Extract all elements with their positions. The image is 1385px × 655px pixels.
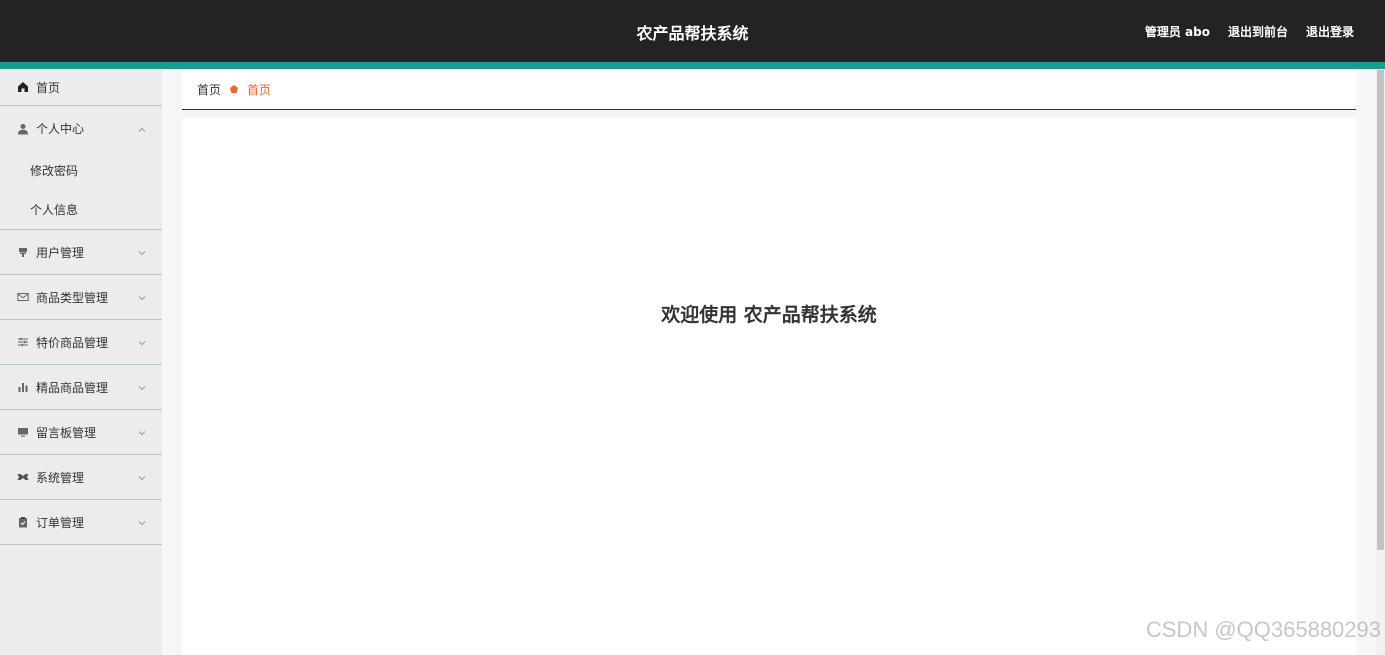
sidebar-item-home[interactable]: 首页 (0, 69, 162, 106)
chevron-down-icon (137, 247, 147, 257)
chevron-down-icon (137, 517, 147, 527)
sidebar-item-product-type-management[interactable]: 商品类型管理 (0, 275, 162, 320)
sidebar-item-label: 用户管理 (36, 245, 85, 260)
exit-to-frontend-link[interactable]: 退出到前台 (1228, 23, 1288, 40)
chevron-down-icon (137, 427, 147, 437)
chevron-down-icon (137, 337, 147, 347)
chevron-up-icon (137, 124, 147, 134)
breadcrumb: 首页 首页 (182, 69, 1356, 110)
main-content: 欢迎使用 农产品帮扶系统 (182, 118, 1356, 655)
sidebar-item-label: 精品商品管理 (36, 380, 109, 395)
mail-icon (17, 291, 29, 303)
sidebar-item-label: 首页 (36, 80, 61, 95)
logout-link[interactable]: 退出登录 (1306, 23, 1354, 40)
sidebar-item-label: 商品类型管理 (36, 290, 109, 305)
user-mgmt-icon (17, 246, 29, 258)
sidebar-item-order-management[interactable]: 订单管理 (0, 500, 162, 545)
sidebar-item-label: 特价商品管理 (36, 335, 109, 350)
sidebar-item-label: 个人中心 (36, 122, 85, 136)
sidebar-subitem-personal-info[interactable]: 个人信息 (0, 190, 162, 229)
chevron-down-icon (137, 292, 147, 302)
sidebar-item-personal-center[interactable]: 个人中心 (0, 106, 162, 151)
sidebar-item-premium-product-management[interactable]: 精品商品管理 (0, 365, 162, 410)
home-icon (17, 81, 29, 93)
sidebar-item-label: 留言板管理 (36, 425, 97, 440)
sidebar-subitem-change-password[interactable]: 修改密码 (0, 151, 162, 190)
system-icon (17, 471, 29, 483)
chevron-down-icon (137, 382, 147, 392)
monitor-icon (17, 426, 29, 438)
sidebar-item-special-product-management[interactable]: 特价商品管理 (0, 320, 162, 365)
sidebar-item-message-board-management[interactable]: 留言板管理 (0, 410, 162, 455)
header-accent-bar (0, 62, 1385, 69)
header-actions: 管理员 abo 退出到前台 退出登录 (1145, 23, 1354, 40)
person-icon (17, 123, 29, 135)
admin-user-label[interactable]: 管理员 abo (1145, 23, 1210, 40)
sliders-icon (17, 336, 29, 348)
bar-chart-icon (17, 381, 29, 393)
scrollbar-thumb[interactable] (1377, 70, 1384, 550)
sidebar-item-label: 系统管理 (36, 470, 85, 485)
sidebar-item-label: 订单管理 (36, 515, 85, 530)
sidebar: 首页 个人中心 修改密码 个人信息 用户管理 商品类型管理 特价商品管理 精品商… (0, 69, 162, 655)
sidebar-item-user-management[interactable]: 用户管理 (0, 230, 162, 275)
sidebar-item-system-management[interactable]: 系统管理 (0, 455, 162, 500)
chevron-down-icon (137, 472, 147, 482)
personal-center-group: 个人中心 修改密码 个人信息 (0, 106, 162, 230)
clipboard-icon (17, 516, 29, 528)
breadcrumb-home-link[interactable]: 首页 (197, 81, 221, 98)
welcome-message: 欢迎使用 农产品帮扶系统 (661, 304, 877, 326)
breadcrumb-current: 首页 (247, 82, 272, 97)
pentagon-separator-icon (229, 84, 239, 94)
top-header: 农产品帮扶系统 管理员 abo 退出到前台 退出登录 (0, 0, 1385, 62)
watermark: CSDN @QQ365880293 (1145, 617, 1381, 642)
